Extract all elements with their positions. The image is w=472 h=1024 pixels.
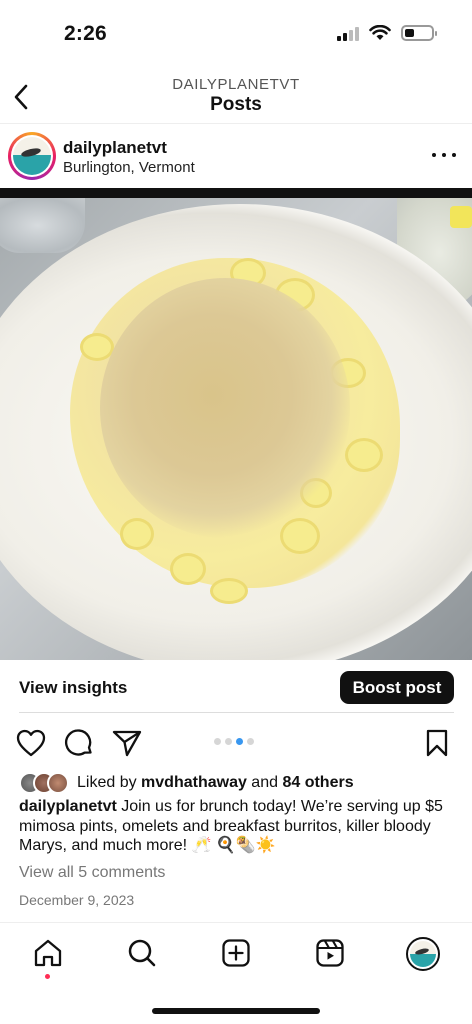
likes-count[interactable]: 84 others [282, 774, 353, 791]
post-username[interactable]: dailyplanetvt [63, 138, 167, 158]
tab-search[interactable] [126, 937, 158, 969]
save-button[interactable] [422, 728, 452, 758]
boost-post-button[interactable]: Boost post [340, 671, 454, 704]
status-bar: 2:26 [0, 0, 472, 70]
caption-username[interactable]: dailyplanetvt [19, 798, 117, 815]
carousel-indicator [214, 738, 254, 745]
plus-square-icon [222, 939, 250, 967]
avatar-image [13, 137, 51, 175]
page-title: Posts [210, 94, 262, 115]
reels-icon [316, 939, 344, 967]
comment-button[interactable] [64, 728, 94, 758]
tab-profile[interactable] [406, 937, 440, 971]
avatar[interactable] [8, 132, 56, 180]
send-icon [112, 730, 142, 757]
cellular-signal-icon [337, 25, 359, 41]
comment-icon [65, 729, 92, 756]
breadcrumb-topping [100, 278, 350, 538]
divider [19, 712, 454, 713]
status-icons [337, 25, 437, 41]
share-button[interactable] [112, 728, 142, 758]
carousel-dot [225, 738, 232, 745]
account-name-header: DAILYPLANETVT [172, 76, 300, 93]
carousel-dot-active [236, 738, 243, 745]
heart-icon [16, 729, 46, 757]
likes-row[interactable]: Liked by mvdhathaway and 84 others [19, 770, 459, 796]
liker-username[interactable]: mvdhathaway [141, 774, 247, 791]
view-insights-link[interactable]: View insights [19, 678, 127, 698]
post-caption: dailyplanetvt Join us for brunch today! … [19, 797, 459, 856]
food-photo [0, 198, 472, 660]
carousel-dot [247, 738, 254, 745]
post-image[interactable] [0, 188, 472, 660]
post-actions [0, 718, 472, 766]
like-button[interactable] [16, 728, 46, 758]
post-date: December 9, 2023 [19, 892, 135, 908]
profile-avatar [410, 941, 436, 967]
insights-row: View insights Boost post [0, 660, 472, 714]
more-horizontal-icon [432, 153, 436, 157]
view-comments-link[interactable]: View all 5 comments [19, 864, 165, 882]
home-notification-dot [45, 974, 50, 979]
nav-header: DAILYPLANETVT Posts [0, 70, 472, 124]
more-options-button[interactable] [432, 148, 456, 162]
carousel-dot [214, 738, 221, 745]
tab-home[interactable] [32, 937, 64, 969]
post-location[interactable]: Burlington, Vermont [63, 159, 195, 176]
bookmark-icon [426, 729, 448, 757]
tab-create[interactable] [220, 937, 252, 969]
liker-avatar [47, 772, 69, 794]
status-time: 2:26 [64, 22, 107, 45]
battery-icon [401, 25, 437, 41]
liker-avatars [19, 772, 75, 794]
home-icon [34, 939, 62, 967]
likes-text: Liked by mvdhathaway and 84 others [77, 774, 354, 791]
search-icon [128, 939, 156, 967]
wifi-icon [369, 25, 391, 40]
home-indicator[interactable] [152, 1008, 320, 1014]
post-header: dailyplanetvt Burlington, Vermont [0, 128, 472, 188]
tab-reels[interactable] [314, 937, 346, 969]
